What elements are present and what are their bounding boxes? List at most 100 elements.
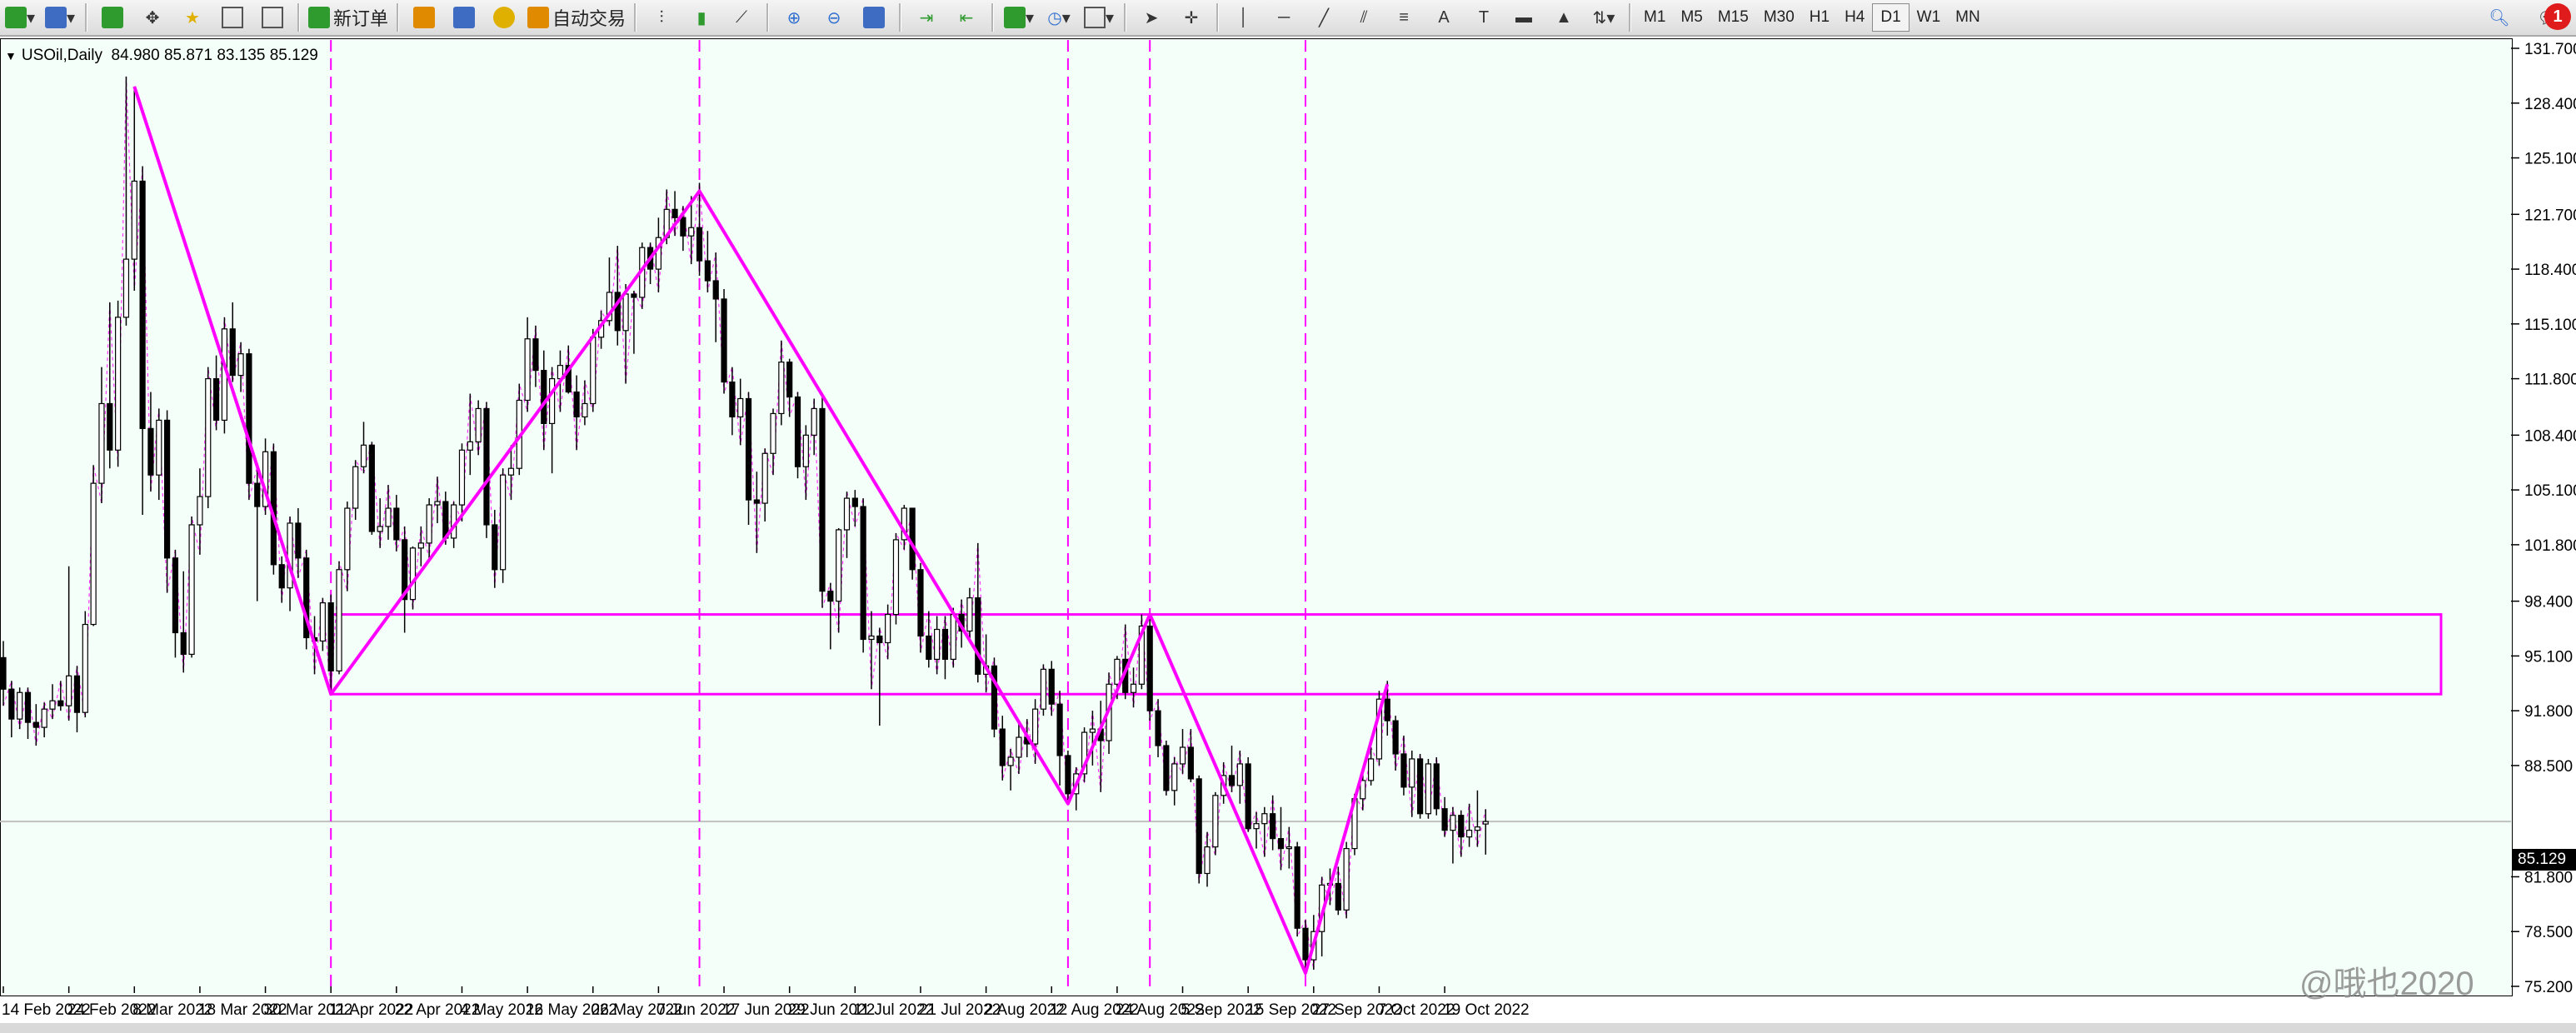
timeframe-mn-button[interactable]: MN: [1948, 4, 1988, 31]
trendline-button[interactable]: ╱: [1307, 3, 1340, 32]
strategy-tester-button[interactable]: [256, 3, 289, 32]
candle-body: [393, 507, 400, 541]
candle-body: [737, 397, 744, 418]
timeframe-h1-button[interactable]: H1: [1802, 4, 1837, 31]
timeframe-m5-button[interactable]: M5: [1673, 4, 1710, 31]
price-tick-label: 125.100: [2524, 151, 2576, 168]
crosshair-button[interactable]: ✛: [1175, 3, 1208, 32]
candle-body: [1089, 728, 1096, 733]
rectangle-button[interactable]: ▬: [1507, 3, 1540, 32]
periods-button[interactable]: ◷ ▾: [1042, 3, 1076, 32]
candle-body: [573, 391, 580, 418]
candle-body: [352, 466, 359, 509]
candle-body: [246, 353, 252, 484]
candle-body: [147, 427, 154, 476]
candle-body: [188, 524, 195, 656]
chart-shift-button[interactable]: ⇥: [910, 3, 943, 32]
candle-body: [377, 526, 383, 532]
candle-body: [941, 628, 949, 660]
new-order-button[interactable]: 新订单: [308, 3, 388, 32]
chart-tabs-bar: [0, 1023, 2576, 1033]
vps-button[interactable]: [487, 3, 521, 32]
horizontal-line-button[interactable]: ─: [1267, 3, 1300, 32]
candle-body: [1270, 813, 1276, 840]
candle-body: [237, 353, 244, 377]
text-label-button[interactable]: T: [1467, 3, 1500, 32]
candlestick-button[interactable]: ▮: [685, 3, 718, 32]
candle-body: [704, 260, 711, 282]
indicators-button[interactable]: ▾: [1002, 3, 1036, 32]
candle-body: [492, 524, 498, 571]
resistance-zone-rectangle[interactable]: [329, 613, 2443, 696]
tile-windows-button[interactable]: [857, 3, 891, 32]
templates-button[interactable]: ▾: [1082, 3, 1116, 32]
triangle-button[interactable]: ▲: [1547, 3, 1580, 32]
line-chart-button[interactable]: ⟋: [725, 3, 758, 32]
text-button[interactable]: A: [1427, 3, 1460, 32]
market-button[interactable]: [447, 3, 481, 32]
chat-button[interactable]: 💬︎ 1: [2523, 3, 2573, 32]
watermark: @哦也2020: [2299, 966, 2474, 1002]
toolbar-separator: [397, 3, 400, 32]
chart-plot[interactable]: 131.700 128.400 125.100 121.700 118.400 115.1…: [0, 38, 2576, 1033]
candle-body: [32, 721, 39, 728]
candle-body: [467, 441, 473, 451]
timeframe-m15-button[interactable]: M15: [1710, 4, 1756, 31]
fibonacci-button[interactable]: ≡: [1387, 3, 1420, 32]
cursor-button[interactable]: ➤: [1135, 3, 1168, 32]
candle-body: [66, 675, 72, 706]
candle-body: [385, 507, 392, 527]
timeframe-m1-button[interactable]: M1: [1636, 4, 1673, 31]
search-button[interactable]: 🔍︎: [2483, 3, 2516, 32]
vertical-line-button[interactable]: │: [1227, 3, 1261, 32]
price-tick-label: 101.800: [2524, 537, 2576, 555]
timeframe-m30-button[interactable]: M30: [1756, 4, 1802, 31]
candle-body: [212, 377, 220, 422]
chart-shift-icon: ⇥: [919, 8, 934, 27]
candle-body: [57, 700, 64, 706]
signals-button[interactable]: [407, 3, 441, 32]
candle-body: [966, 597, 973, 632]
candle-body: [836, 529, 842, 602]
timeframe-d1-button[interactable]: D1: [1872, 3, 1910, 32]
timeframe-h4-button[interactable]: H4: [1837, 4, 1872, 31]
candle-body: [295, 522, 302, 559]
candle-body: [229, 328, 236, 377]
new-chart-button[interactable]: ▾: [3, 3, 37, 32]
candle-body: [90, 482, 97, 626]
navigator-button[interactable]: ✥: [136, 3, 169, 32]
autoscroll-button[interactable]: ⇤: [950, 3, 983, 32]
candle-body: [24, 691, 32, 723]
autotrade-button[interactable]: 自动交易: [527, 3, 626, 32]
candle-body: [934, 628, 941, 660]
bar-chart-button[interactable]: ⫶: [645, 3, 678, 32]
chart-menu-icon[interactable]: ▼: [5, 49, 17, 62]
toolbar-separator: [297, 3, 300, 32]
candle-body: [115, 317, 122, 451]
candle-body: [327, 602, 334, 671]
profiles-button[interactable]: ▾: [43, 3, 77, 32]
market-watch-button[interactable]: [96, 3, 129, 32]
timeframe-w1-button[interactable]: W1: [1910, 4, 1949, 31]
text-icon: A: [1438, 7, 1450, 27]
candle-body: [82, 623, 88, 713]
candle-body: [582, 402, 588, 418]
candle-body: [98, 402, 105, 484]
arrows-button[interactable]: ⇅ ▾: [1587, 3, 1620, 32]
favorites-button[interactable]: ★: [176, 3, 209, 32]
equidistant-channel-button[interactable]: ⫽: [1347, 3, 1380, 32]
candle-body: [876, 635, 883, 644]
zoom-in-button[interactable]: ⊕: [777, 3, 811, 32]
toolbar-separator: [1216, 3, 1220, 32]
zoom-out-button[interactable]: ⊖: [817, 3, 851, 32]
favorites-icon: ★: [185, 8, 200, 27]
candle-body: [205, 377, 212, 497]
time-tick-label: 19 Oct 2022: [1443, 1001, 1530, 1019]
candle-body: [1416, 758, 1424, 815]
terminal-button[interactable]: [216, 3, 249, 32]
trendline-icon: ╱: [1319, 8, 1330, 27]
zoom-in-icon: ⊕: [786, 8, 801, 27]
candle-body: [1031, 708, 1039, 745]
toolbar-separator: [85, 3, 87, 32]
candle-body: [745, 397, 752, 501]
